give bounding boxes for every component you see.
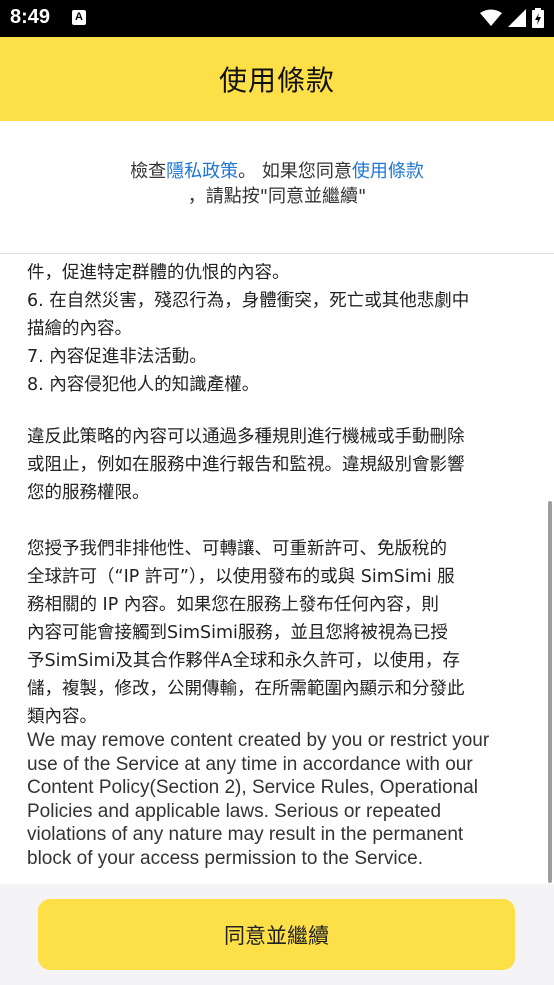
app-header: 使用條款 bbox=[0, 37, 554, 121]
terms-line: 您的服務權限。 bbox=[27, 483, 150, 503]
notice-line-2: ，請點按"同意並繼續" bbox=[187, 186, 367, 207]
english-paragraph: We may remove content created by you or … bbox=[27, 729, 532, 870]
terms-line: We may remove content created by you or … bbox=[27, 730, 490, 751]
terms-of-use-link[interactable]: 使用條款 bbox=[352, 161, 424, 182]
terms-line: 類內容。 bbox=[27, 707, 97, 727]
terms-line: 全球許可（“IP 許可”），以使用發布的或與 SimSimi 服 bbox=[27, 567, 455, 587]
terms-line: 6. 在自然災害，殘忍行為，身體衝突，死亡或其他悲劇中 bbox=[27, 291, 470, 311]
notification-icon: A bbox=[72, 10, 86, 25]
terms-line: Content Policy(Section 2), Service Rules… bbox=[27, 777, 478, 798]
page-title: 使用條款 bbox=[218, 64, 335, 97]
terms-line: 或阻止，例如在服務中進行報告和監視。違規級別會影響 bbox=[27, 455, 465, 475]
notice-line-1: 檢查隱私政策。 如果您同意使用條款 bbox=[0, 160, 554, 184]
terms-line: 違反此策略的內容可以通過多種規則進行機械或手動刪除 bbox=[27, 427, 465, 447]
scrollbar[interactable] bbox=[548, 501, 552, 883]
terms-line: 描繪的內容。 bbox=[27, 319, 132, 339]
notice-prefix: 檢查 bbox=[130, 161, 167, 182]
terms-line: 件，促進特定群體的仇恨的內容。 bbox=[27, 263, 290, 283]
terms-scroll-area[interactable]: 件，促進特定群體的仇恨的內容。 6. 在自然災害，殘忍行為，身體衝突，死亡或其他… bbox=[0, 254, 554, 884]
terms-text: 件，促進特定群體的仇恨的內容。 6. 在自然災害，殘忍行為，身體衝突，死亡或其他… bbox=[27, 259, 532, 870]
cell-signal-icon bbox=[508, 9, 526, 27]
terms-line: violations of any nature may result in t… bbox=[27, 824, 464, 845]
status-bar: 8:49 A bbox=[0, 0, 554, 37]
terms-line: 7. 內容促進非法活動。 bbox=[27, 347, 207, 367]
terms-notice: 檢查隱私政策。 如果您同意使用條款 ，請點按"同意並繼續" bbox=[0, 121, 554, 254]
terms-line: 儲，複製，修改，公開傳輸，在所需範圍內顯示和分發此 bbox=[27, 679, 465, 699]
terms-line: 您授予我們非排他性、可轉讓、可重新許可、免版稅的 bbox=[27, 539, 447, 559]
privacy-policy-link[interactable]: 隱私政策 bbox=[166, 161, 238, 182]
terms-line: 務相關的 IP 內容。如果您在服務上發布任何內容，則 bbox=[27, 595, 439, 615]
terms-line: use of the Service at any time in accord… bbox=[27, 753, 473, 775]
status-time: 8:49 bbox=[10, 6, 51, 28]
terms-line: 8. 內容侵犯他人的知識產權。 bbox=[27, 375, 260, 395]
terms-line: 內容可能會接觸到SimSimi服務，並且您將被視為已授 bbox=[27, 623, 448, 643]
footer: 同意並繼續 bbox=[0, 884, 554, 985]
terms-line: block of your access permission to the S… bbox=[27, 847, 424, 869]
battery-icon bbox=[532, 8, 544, 28]
status-icons bbox=[480, 8, 544, 28]
wifi-icon bbox=[480, 9, 502, 26]
terms-line: Policies and applicable laws. Serious or… bbox=[27, 800, 442, 822]
agree-continue-button[interactable]: 同意並繼續 bbox=[38, 899, 515, 970]
notice-middle: 。 如果您同意 bbox=[238, 161, 352, 182]
terms-line: 予SimSimi及其合作夥伴A全球和永久許可，以使用，存 bbox=[27, 651, 460, 671]
